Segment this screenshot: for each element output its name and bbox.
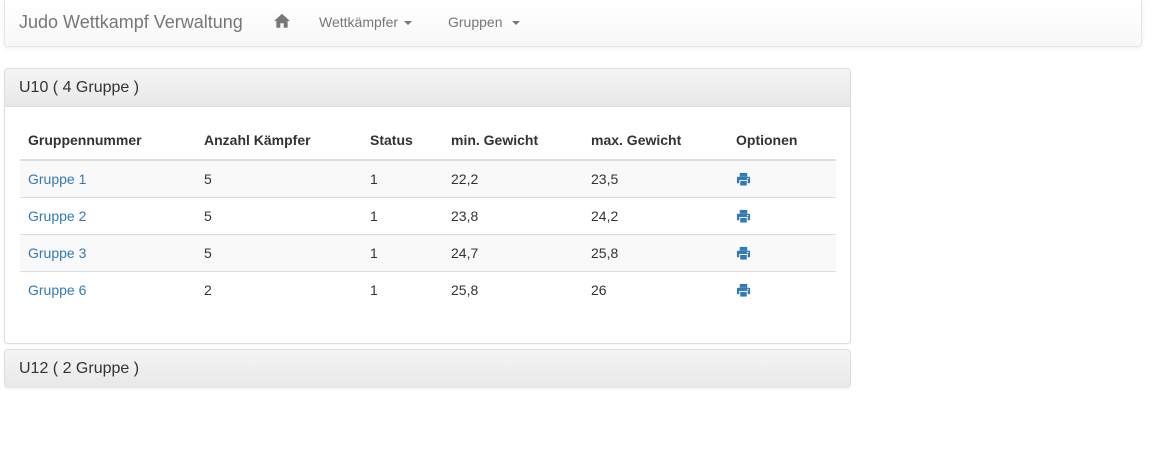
home-icon[interactable] (273, 12, 291, 30)
min-weight: 25,8 (443, 270, 583, 308)
table-header-row: Gruppennummer Anzahl Kämpfer Status min.… (20, 120, 836, 161)
status-value: 1 (362, 196, 443, 234)
column-header: max. Gewicht (583, 120, 728, 161)
fighter-count: 2 (196, 270, 362, 308)
column-header: Anzahl Kämpfer (196, 120, 362, 161)
caret-down-icon (404, 21, 413, 26)
nav-menu-wettkaempfer-label: Wettkämpfer (319, 14, 399, 30)
groups-table: Gruppennummer Anzahl Kämpfer Status min.… (20, 120, 836, 308)
column-header: min. Gewicht (443, 120, 583, 161)
caret-down-icon (512, 21, 521, 26)
group-link[interactable]: Gruppe 2 (28, 208, 86, 224)
panel-u12-heading[interactable]: U12 ( 2 Gruppe ) (5, 350, 850, 388)
fighter-count: 5 (196, 159, 362, 197)
group-link[interactable]: Gruppe 1 (28, 171, 86, 187)
status-value: 1 (362, 233, 443, 271)
group-link[interactable]: Gruppe 3 (28, 245, 86, 261)
max-weight: 26 (583, 270, 728, 308)
min-weight: 24,7 (443, 233, 583, 271)
print-icon[interactable] (736, 246, 751, 261)
status-value: 1 (362, 159, 443, 197)
status-value: 1 (362, 270, 443, 308)
print-icon[interactable] (736, 172, 751, 187)
group-link[interactable]: Gruppe 6 (28, 282, 86, 298)
table-row: Gruppe 2 5 1 23,8 24,2 (20, 196, 836, 234)
navbar-brand[interactable]: Judo Wettkampf Verwaltung (19, 11, 243, 33)
max-weight: 23,5 (583, 159, 728, 197)
table-row: Gruppe 6 2 1 25,8 26 (20, 270, 836, 308)
min-weight: 23,8 (443, 196, 583, 234)
max-weight: 24,2 (583, 196, 728, 234)
panel-u10: U10 ( 4 Gruppe ) Gruppennummer Anzahl Kä… (4, 68, 851, 344)
min-weight: 22,2 (443, 159, 583, 197)
max-weight: 25,8 (583, 233, 728, 271)
top-navbar: Judo Wettkampf Verwaltung Wettkämpfer Gr… (4, 0, 1142, 47)
panel-u10-heading[interactable]: U10 ( 4 Gruppe ) (5, 69, 850, 107)
nav-menu-gruppen-label: Gruppen (448, 14, 503, 30)
column-header: Optionen (728, 120, 836, 161)
table-row: Gruppe 3 5 1 24,7 25,8 (20, 233, 836, 271)
column-header: Status (362, 120, 443, 161)
table-row: Gruppe 1 5 1 22,2 23,5 (20, 159, 836, 197)
fighter-count: 5 (196, 233, 362, 271)
column-header: Gruppennummer (20, 120, 196, 161)
panel-u12: U12 ( 2 Gruppe ) (4, 349, 851, 388)
fighter-count: 5 (196, 196, 362, 234)
print-icon[interactable] (736, 283, 751, 298)
print-icon[interactable] (736, 209, 751, 224)
nav-menu-gruppen[interactable]: Gruppen (448, 13, 521, 31)
nav-menu-wettkaempfer[interactable]: Wettkämpfer (319, 13, 413, 31)
